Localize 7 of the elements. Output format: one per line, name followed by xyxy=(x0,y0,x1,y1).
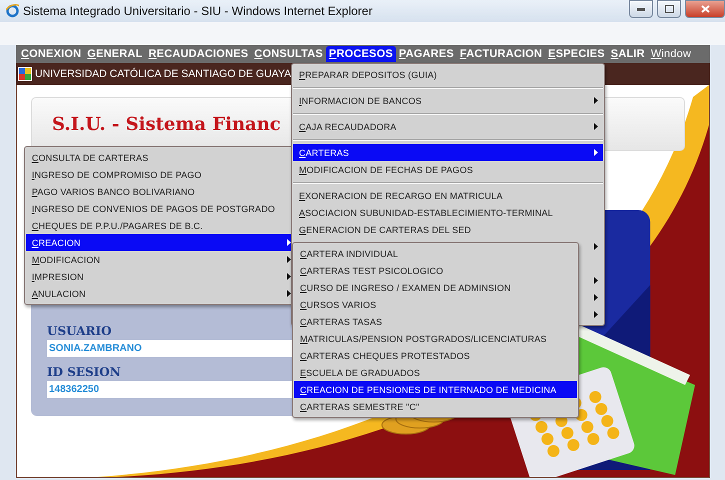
field-value: 148362250 xyxy=(47,381,295,398)
window-title: Sistema Integrado Universitario - SIU - Windows Internet Explorer xyxy=(23,4,374,18)
inner-window-title: UNIVERSIDAD CATÓLICA DE SANTIAGO DE GUAYA xyxy=(35,68,292,80)
system-title: S.I.U. - Sistema Financ xyxy=(52,114,281,134)
field-value: SONIA.ZAMBRANO xyxy=(47,340,295,357)
field-label: ID SESION xyxy=(47,365,122,379)
field-label: USUARIO xyxy=(47,324,113,338)
